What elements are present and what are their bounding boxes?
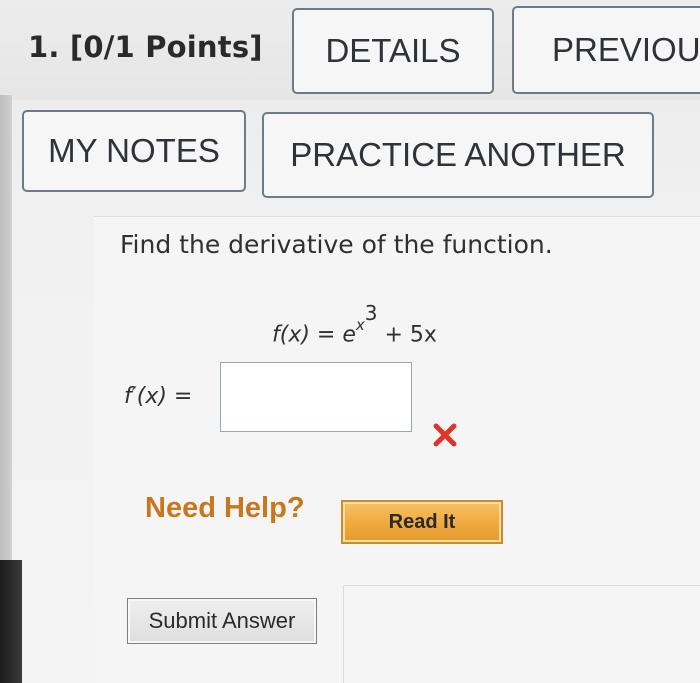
question-number-points: 1. [0/1 Points] bbox=[28, 30, 263, 64]
read-it-button[interactable]: Read It bbox=[341, 500, 503, 544]
answer-label-text: f′(x) = bbox=[124, 384, 193, 409]
webassign-question-page: 1. [0/1 Points] DETAILS PREVIOU MY NOTES… bbox=[0, 0, 700, 683]
left-dark-edge bbox=[0, 560, 22, 683]
previous-answers-button[interactable]: PREVIOU bbox=[512, 6, 700, 94]
submit-answer-button[interactable]: Submit Answer bbox=[127, 598, 317, 644]
derivative-answer-input[interactable] bbox=[220, 362, 412, 432]
incorrect-x-icon bbox=[433, 423, 457, 447]
details-button[interactable]: DETAILS bbox=[292, 8, 494, 94]
practice-another-button[interactable]: PRACTICE ANOTHER bbox=[262, 112, 654, 198]
need-help-label: Need Help? bbox=[145, 492, 305, 524]
function-tail: + 5x bbox=[377, 322, 437, 348]
function-lhs: f(x) = e bbox=[272, 322, 356, 348]
exponent-power: 3 bbox=[364, 301, 378, 325]
lower-right-panel bbox=[343, 585, 700, 683]
function-equation: f(x) = ex3 + 5x bbox=[272, 301, 437, 348]
question-prompt: Find the derivative of the function. bbox=[120, 230, 553, 259]
my-notes-button[interactable]: MY NOTES bbox=[22, 110, 246, 192]
function-exponent: x3 bbox=[355, 301, 378, 334]
answer-label: f′(x) = bbox=[124, 384, 192, 409]
exponent-base: x bbox=[355, 316, 365, 334]
